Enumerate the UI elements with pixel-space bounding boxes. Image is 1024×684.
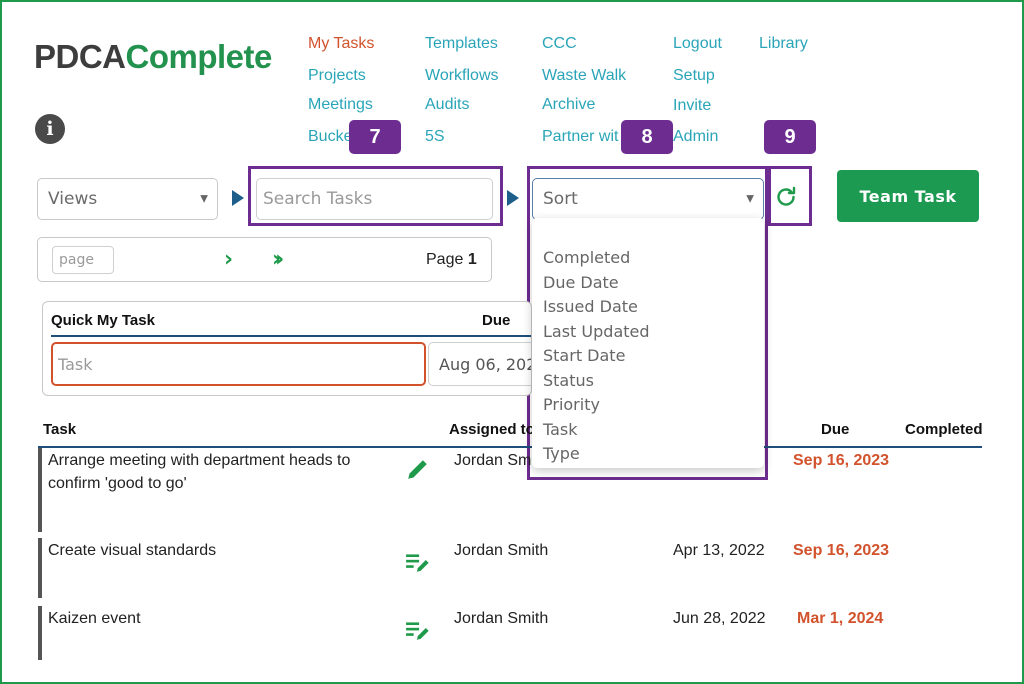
table-row-due: Sep 16, 2023 [793,452,890,469]
table-row-assigned: Jordan Smith [454,542,549,559]
play-arrow-icon [232,190,244,206]
chevron-down-icon: ▼ [200,193,208,205]
sort-select[interactable]: Sort ▼ [532,178,764,220]
table-row-marker [38,606,42,660]
views-select-value: Views [48,189,98,209]
nav-buckets[interactable]: Bucke [308,128,352,146]
search-placeholder: Search Tasks [263,189,373,209]
play-arrow-icon [507,190,519,206]
nav-archive[interactable]: Archive [542,96,595,114]
callout-badge-7: 7 [349,120,401,154]
table-row-issued: Jun 28, 2022 [673,610,766,627]
table-row-due: Mar 1, 2024 [797,610,884,627]
nav-workflows[interactable]: Workflows [425,67,499,85]
sort-select-value: Sort [543,189,578,209]
column-header-assigned[interactable]: Assigned to [449,421,535,438]
table-row-task[interactable]: Kaizen event [48,607,378,630]
nav-ccc[interactable]: CCC [542,35,577,53]
nav-partner-with[interactable]: Partner wit [542,128,618,146]
team-task-button[interactable]: Team Task [837,170,979,222]
last-page-icon[interactable]: ›› [272,247,284,272]
nav-invite[interactable]: Invite [673,97,711,115]
nav-meetings[interactable]: Meetings [308,96,373,114]
quick-task-due-input[interactable]: Aug 06, 2023 [428,342,531,386]
callout-badge-9: 9 [764,120,816,154]
views-select[interactable]: Views ▼ [37,178,218,220]
page-indicator: Page 1 [426,251,477,269]
nav-waste-walk[interactable]: Waste Walk [542,67,626,85]
nav-templates[interactable]: Templates [425,35,498,53]
page-input-placeholder: page [59,252,94,268]
nav-setup[interactable]: Setup [673,67,715,85]
page-number: 1 [467,251,477,268]
table-row-issued: Apr 13, 2022 [673,542,765,559]
sort-option-task[interactable]: Task [543,420,578,439]
sort-option-status[interactable]: Status [543,371,594,390]
table-row-task[interactable]: Create visual standards [48,539,378,562]
callout-badge-8: 8 [621,120,673,154]
chevron-down-icon: ▼ [746,193,754,205]
quick-task-title: Quick My Task [51,312,155,329]
sort-option-start-date[interactable]: Start Date [543,346,625,365]
logo-part-complete: Complete [125,38,273,75]
nav-library[interactable]: Library [759,35,808,53]
quick-task-input[interactable]: Task [51,342,426,386]
nav-projects[interactable]: Projects [308,67,366,85]
page-label: Page [426,251,464,268]
page-number-input[interactable]: page [52,246,114,274]
nav-audits[interactable]: Audits [425,96,469,114]
pencil-icon[interactable] [405,456,431,482]
quick-task-placeholder: Task [58,354,93,374]
refresh-icon[interactable] [774,184,798,210]
edit-list-icon[interactable] [405,549,431,575]
table-row-assigned: Jordan Smith [454,610,549,627]
column-header-task[interactable]: Task [43,421,76,438]
table-row-task[interactable]: Arrange meeting with department heads to… [48,449,378,495]
table-row-marker [38,448,42,532]
nav-my-tasks[interactable]: My Tasks [308,35,374,53]
sort-option-completed[interactable]: Completed [543,248,630,267]
next-page-icon[interactable]: › [224,247,233,272]
quick-task-due-header: Due [482,312,511,329]
info-icon[interactable]: i [35,114,65,144]
sort-option-priority[interactable]: Priority [543,395,600,414]
table-header-rule [38,446,982,448]
table-row-due: Sep 16, 2023 [793,542,890,559]
sort-option-due-date[interactable]: Due Date [543,273,619,292]
column-header-completed[interactable]: Completed [905,421,983,438]
app-logo[interactable]: PDCAComplete [34,38,272,76]
quick-task-panel: Quick My Task Due Task Aug 06, 2023 [42,301,532,396]
pager: page › ›› Page 1 [37,237,492,282]
column-header-due[interactable]: Due [821,421,849,438]
search-input[interactable]: Search Tasks [256,178,493,220]
quick-task-due-value: Aug 06, 2023 [439,354,531,374]
sort-option-type[interactable]: Type [543,444,580,463]
sort-option-issued-date[interactable]: Issued Date [543,297,638,316]
logo-part-pdca: PDCA [34,38,126,75]
nav-admin[interactable]: Admin [673,128,718,146]
quick-task-divider [51,335,531,337]
sort-option-last-updated[interactable]: Last Updated [543,322,650,341]
nav-logout[interactable]: Logout [673,35,722,53]
sort-dropdown-menu: Completed Due Date Issued Date Last Upda… [532,218,764,468]
table-row-marker [38,538,42,598]
nav-5s[interactable]: 5S [425,128,445,146]
edit-list-icon[interactable] [405,617,431,643]
